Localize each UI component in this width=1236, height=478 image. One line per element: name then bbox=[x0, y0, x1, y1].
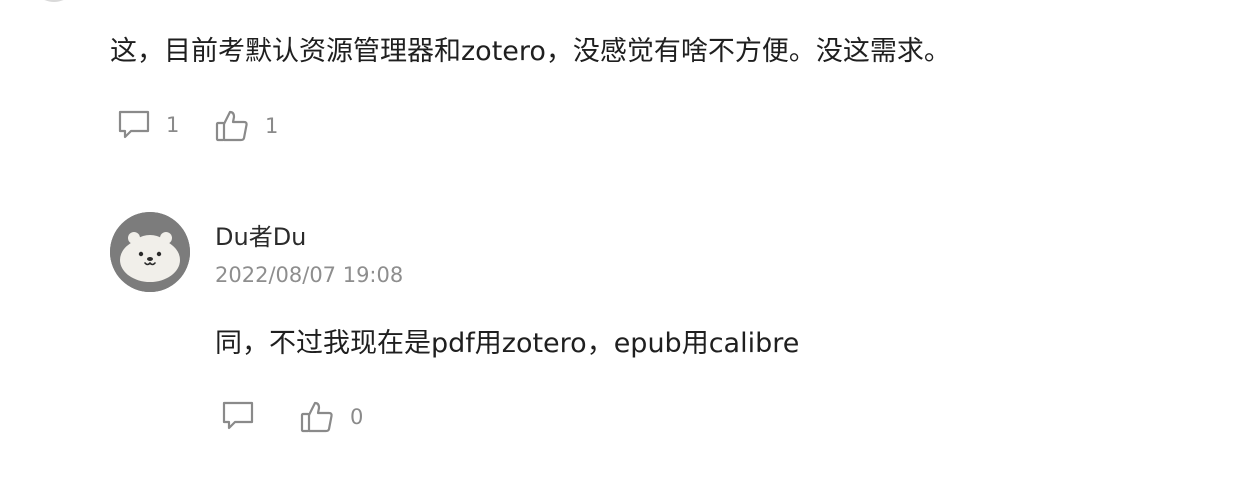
comment-bubble-icon bbox=[221, 400, 255, 432]
like-button[interactable]: 1 bbox=[214, 108, 278, 144]
comment-text: 同，不过我现在是pdf用zotero，epub用calibre bbox=[215, 328, 800, 359]
previous-avatar-edge bbox=[30, 0, 78, 2]
timestamp: 2022/08/07 19:08 bbox=[215, 263, 404, 287]
otter-avatar bbox=[110, 212, 190, 292]
thumbs-up-icon bbox=[299, 399, 335, 435]
comment-bubble-icon bbox=[117, 109, 151, 141]
reply-count: 1 bbox=[166, 113, 180, 137]
like-count: 0 bbox=[350, 405, 364, 429]
reply-button[interactable]: 1 bbox=[117, 109, 179, 141]
like-button[interactable]: 0 bbox=[299, 399, 363, 435]
like-count: 1 bbox=[265, 114, 279, 138]
reply-button[interactable] bbox=[221, 400, 255, 432]
thumbs-up-icon bbox=[214, 108, 250, 144]
comment-text: 这，目前考默认资源管理器和zotero，没感觉有啥不方便。没这需求。 bbox=[110, 36, 951, 67]
avatar[interactable] bbox=[110, 212, 190, 292]
username[interactable]: Du者Du bbox=[215, 222, 306, 252]
